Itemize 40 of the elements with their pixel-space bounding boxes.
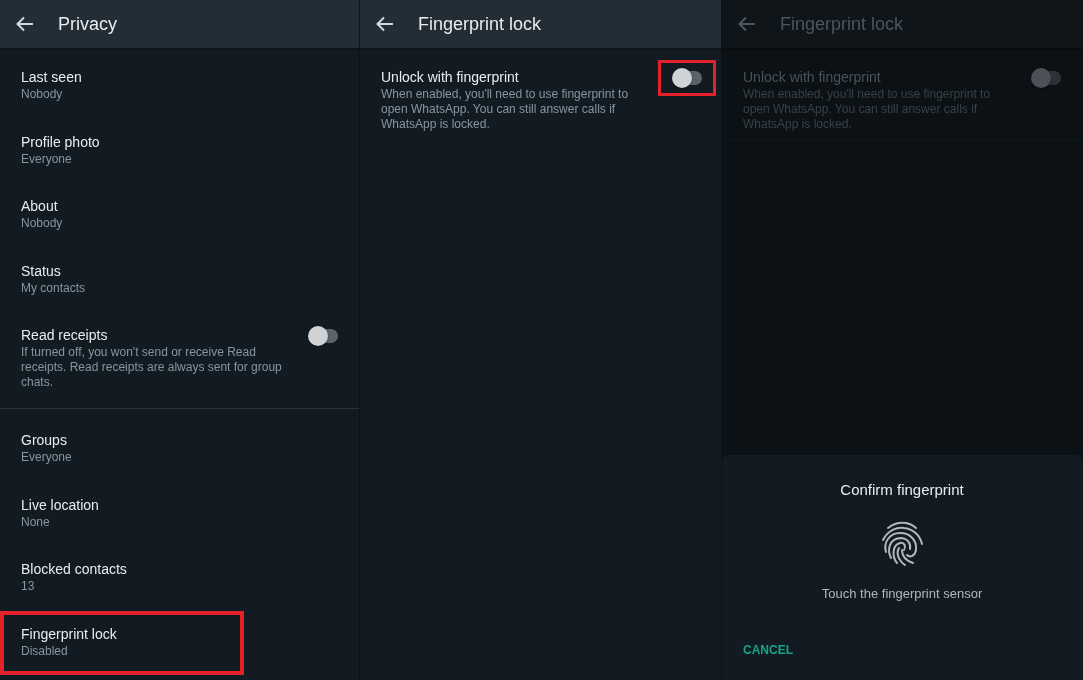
settings-item[interactable]: Status My contacts — [0, 253, 359, 318]
item-title: Groups — [21, 431, 68, 449]
toggle-switch[interactable] — [308, 326, 338, 346]
settings-item[interactable]: Fingerprint lock Disabled — [0, 610, 244, 675]
item-subtitle: Nobody — [21, 216, 64, 231]
screen-title: Fingerprint lock — [418, 12, 542, 36]
settings-item[interactable]: Unlock with fingerprint When enabled, you'll need to use fingerprint to open WhatsApp. You can still answer calls if WhatsApp is locked. — [360, 60, 721, 140]
settings-item[interactable]: Profile photo Everyone — [0, 124, 359, 189]
toggle-switch[interactable] — [1031, 68, 1061, 88]
item-title: Last seen — [21, 68, 83, 86]
dialog-message: Touch the fingerprint sensor — [821, 584, 983, 603]
settings-item[interactable]: About Nobody — [0, 189, 359, 254]
item-subtitle: My contacts — [21, 280, 87, 296]
cancel-button[interactable]: CANCEL — [735, 637, 801, 663]
fingerprint-icon — [880, 519, 924, 568]
item-subtitle: If turned off, you won't send or receive Read receipts. Read receipts are always sent for group chats. — [21, 345, 283, 390]
item-subtitle: Everyone — [21, 450, 73, 465]
item-title: Profile photo — [21, 132, 101, 151]
item-title: Blocked contacts — [21, 560, 128, 578]
screen-title: Privacy — [58, 12, 117, 36]
screen-title: Fingerprint lock — [780, 12, 904, 36]
item-title: Unlock with fingerprint — [381, 68, 520, 86]
item-subtitle: None — [21, 514, 51, 530]
item-subtitle: Nobody — [21, 87, 64, 102]
settings-item[interactable]: Last seen Nobody — [0, 60, 359, 125]
item-subtitle: 13 — [21, 579, 36, 594]
settings-item[interactable]: Read receipts If turned off, you won't send or receive Read receipts. Read receipts are always sent for group chats. — [0, 318, 359, 398]
settings-item[interactable]: Groups Everyone — [0, 423, 359, 488]
settings-item[interactable]: Live location None — [0, 487, 359, 552]
toggle-switch[interactable] — [672, 68, 702, 88]
item-subtitle: Disabled — [21, 643, 69, 659]
item-title: Unlock with fingerprint — [743, 68, 882, 86]
item-title: Status — [21, 261, 62, 280]
item-title: About — [21, 197, 59, 215]
item-subtitle: Everyone — [21, 151, 73, 167]
item-title: Read receipts — [21, 326, 109, 344]
item-subtitle: When enabled, you'll need to use fingerprint to open WhatsApp. You can still answer calls if WhatsApp is locked. — [381, 87, 630, 132]
item-title: Live location — [21, 495, 100, 514]
item-title: Fingerprint lock — [21, 624, 118, 643]
dialog-title: Confirm fingerprint — [840, 480, 964, 500]
